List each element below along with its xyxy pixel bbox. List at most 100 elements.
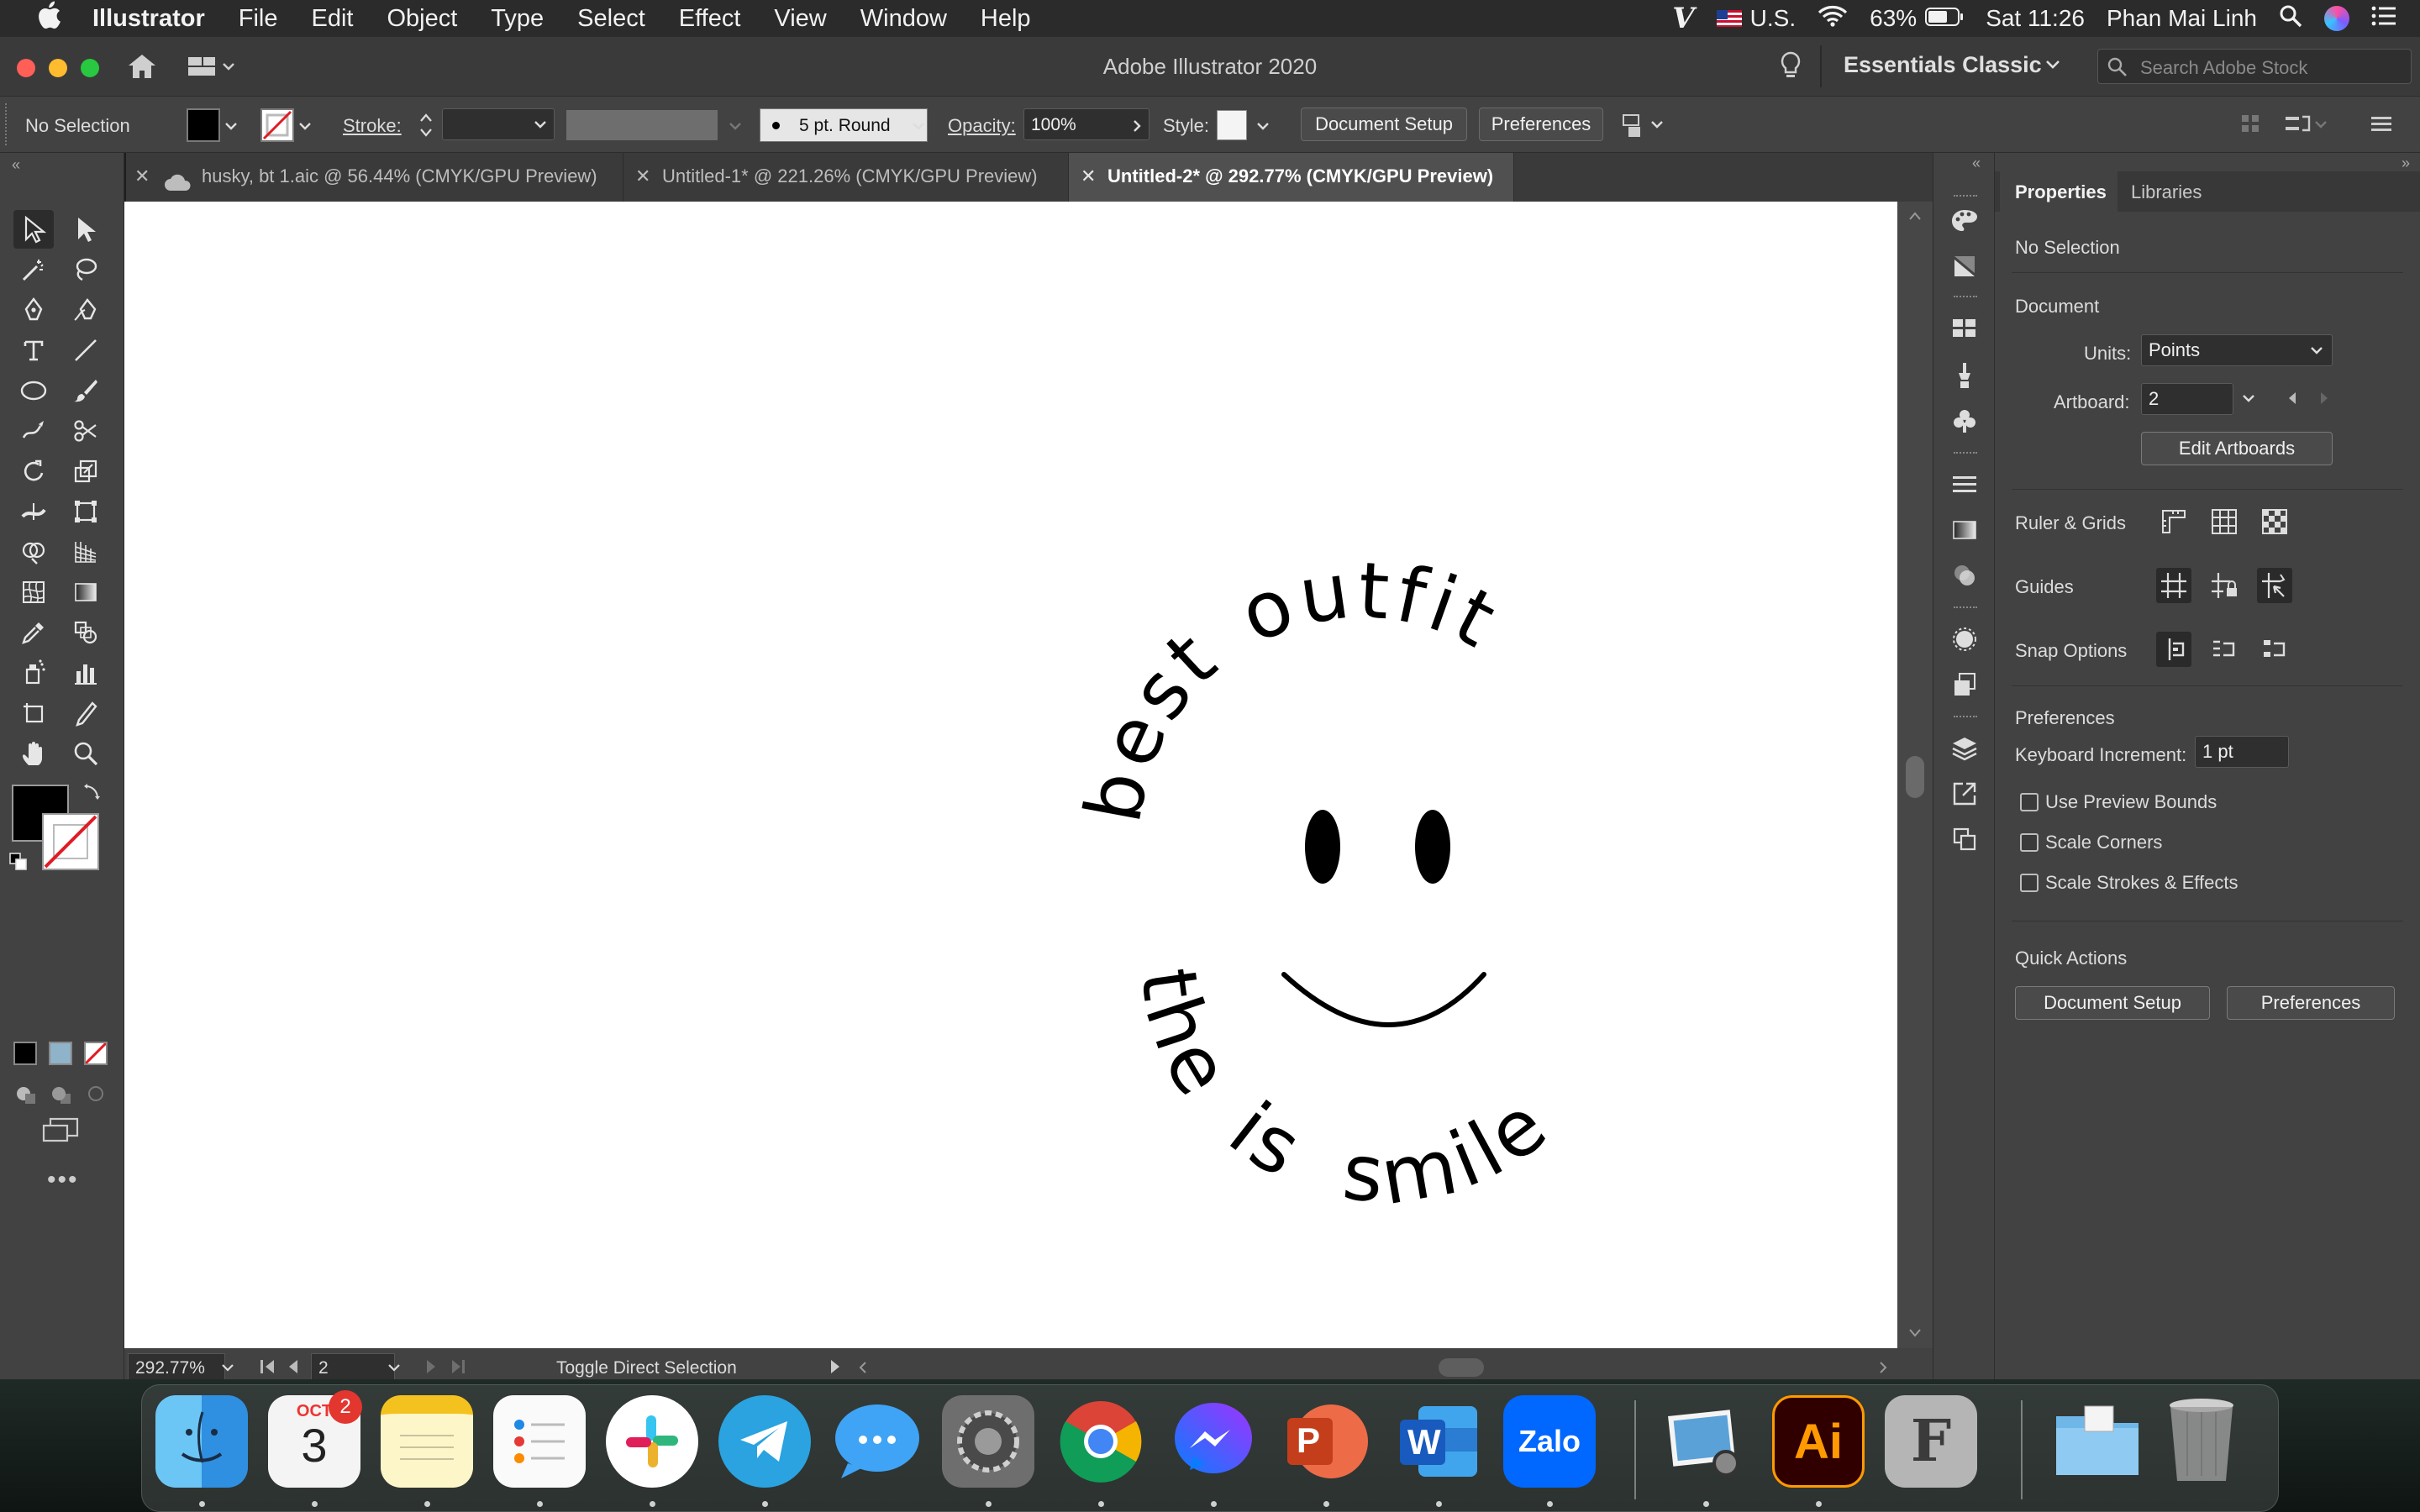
draw-inside-icon[interactable] — [84, 1082, 108, 1107]
opacity-label[interactable]: Opacity: — [948, 115, 1016, 137]
color-panel-icon[interactable] — [1945, 202, 1984, 240]
close-tab-icon[interactable]: ✕ — [134, 153, 150, 200]
transparency-grid-icon[interactable] — [2257, 504, 2292, 539]
artboard-tool-icon[interactable] — [13, 694, 54, 732]
illustrator-icon[interactable]: Ai — [1772, 1395, 1865, 1488]
quick-document-setup-button[interactable]: Document Setup — [2015, 986, 2210, 1020]
snap-to-glyph-icon[interactable] — [2257, 632, 2292, 667]
vectorize-status-icon[interactable]: V — [1672, 2, 1694, 35]
line-segment-tool-icon[interactable] — [66, 331, 106, 370]
lightbulb-icon[interactable] — [1778, 50, 1803, 87]
curvature-tool-icon[interactable] — [66, 291, 106, 329]
spotlight-search-icon[interactable] — [2279, 4, 2302, 34]
rotate-tool-icon[interactable] — [13, 452, 54, 491]
transform-grid-icon[interactable] — [2238, 112, 2264, 142]
chevron-down-icon[interactable] — [2044, 55, 2062, 78]
menu-effect[interactable]: Effect — [679, 5, 741, 33]
use-preview-bounds-checkbox[interactable] — [2020, 793, 2039, 811]
type-tool-icon[interactable] — [13, 331, 54, 370]
trash-icon[interactable] — [2155, 1395, 2248, 1488]
blend-tool-icon[interactable] — [66, 613, 106, 652]
chevron-down-icon[interactable] — [220, 1360, 235, 1380]
fill-swatch[interactable] — [187, 108, 220, 142]
finder-icon[interactable] — [155, 1395, 248, 1488]
gradient-mode-button[interactable] — [49, 1042, 72, 1065]
previous-artboard-icon[interactable] — [286, 1358, 301, 1380]
color-guide-panel-icon[interactable] — [1945, 247, 1984, 286]
preferences-button[interactable]: Preferences — [1479, 108, 1603, 141]
selection-tool-icon[interactable] — [13, 210, 54, 249]
next-artboard-icon[interactable] — [424, 1358, 439, 1380]
system-preferences-icon[interactable] — [942, 1395, 1034, 1488]
chevron-down-icon[interactable] — [1255, 117, 1270, 139]
swap-fill-stroke-icon[interactable] — [82, 783, 101, 806]
none-mode-button[interactable] — [84, 1042, 108, 1065]
panel-menu-icon[interactable] — [2370, 113, 2393, 140]
us-flag-icon[interactable] — [1716, 10, 1742, 27]
powerpoint-icon[interactable]: P — [1280, 1395, 1372, 1488]
tab-properties[interactable]: Properties — [2000, 171, 2118, 212]
snap-to-pixel-icon[interactable] — [2207, 632, 2242, 667]
menu-object[interactable]: Object — [387, 5, 457, 33]
next-artboard-icon[interactable] — [2317, 390, 2331, 412]
apple-menu-icon[interactable] — [32, 1, 66, 36]
stroke-weight-field[interactable] — [442, 108, 555, 140]
close-tab-icon[interactable]: ✕ — [1081, 153, 1096, 200]
chevron-down-icon[interactable] — [387, 1360, 402, 1380]
zoom-field[interactable]: 292.77% — [128, 1353, 225, 1382]
draw-behind-icon[interactable] — [49, 1082, 72, 1107]
snap-icon[interactable] — [2282, 112, 2333, 142]
last-artboard-icon[interactable] — [449, 1358, 467, 1380]
variable-width-profile[interactable] — [566, 110, 718, 140]
document-tab-untitled-1[interactable]: ✕ Untitled-1* @ 221.26% (CMYK/GPU Previe… — [623, 153, 1069, 202]
gradient-panel-icon[interactable] — [1945, 511, 1984, 549]
hand-tool-icon[interactable] — [13, 734, 54, 773]
menu-select[interactable]: Select — [577, 5, 645, 33]
menu-file[interactable]: File — [239, 5, 278, 33]
menu-type[interactable]: Type — [491, 5, 544, 33]
stroke-color-box[interactable] — [42, 813, 99, 870]
menu-help[interactable]: Help — [981, 5, 1031, 33]
scale-strokes-effects-checkbox[interactable] — [2020, 874, 2039, 892]
slice-tool-icon[interactable] — [66, 694, 106, 732]
chevron-down-icon[interactable] — [297, 117, 313, 139]
group-grip[interactable] — [1954, 452, 1977, 455]
units-select[interactable]: Points — [2141, 334, 2333, 366]
wifi-icon[interactable] — [1818, 4, 1848, 34]
tab-libraries[interactable]: Libraries — [2131, 181, 2202, 203]
asset-export-panel-icon[interactable] — [1945, 774, 1984, 813]
scale-corners-checkbox[interactable] — [2020, 833, 2039, 852]
magic-wand-tool-icon[interactable] — [13, 250, 54, 289]
group-grip[interactable] — [1954, 195, 1977, 198]
layers-panel-icon[interactable] — [1945, 729, 1984, 768]
graphic-styles-panel-icon[interactable] — [1945, 665, 1984, 704]
artboards-panel-icon[interactable] — [1945, 820, 1984, 858]
downloads-folder-icon[interactable] — [2051, 1395, 2144, 1488]
swatches-panel-icon[interactable] — [1945, 309, 1984, 348]
color-mode-button[interactable] — [13, 1042, 37, 1065]
grip-handle[interactable] — [5, 103, 8, 145]
previous-artboard-icon[interactable] — [2286, 390, 2299, 412]
symbols-panel-icon[interactable] — [1945, 402, 1984, 440]
smiley-artwork[interactable]: bestoutfit the is smile — [124, 202, 1897, 1348]
lasso-tool-icon[interactable] — [66, 250, 106, 289]
brush-definition[interactable]: 5 pt. Round — [760, 108, 928, 142]
document-tab-husky[interactable]: ✕ husky, bt 1.aic @ 56.44% (CMYK/GPU Pre… — [126, 153, 623, 202]
group-grip[interactable] — [1954, 716, 1977, 719]
vertical-scrollbar[interactable] — [1897, 202, 1933, 1348]
smart-guides-icon[interactable] — [2257, 568, 2292, 603]
screen-mode-icon[interactable] — [40, 1116, 81, 1148]
siri-icon[interactable] — [2324, 6, 2349, 31]
telegram-icon[interactable] — [718, 1395, 811, 1488]
font-book-icon[interactable]: F — [1885, 1395, 1977, 1488]
chevron-right-icon[interactable] — [1129, 117, 1144, 139]
ellipse-tool-icon[interactable] — [13, 371, 54, 410]
eyedropper-tool-icon[interactable] — [13, 613, 54, 652]
scroll-right-icon[interactable] — [1877, 1360, 1889, 1380]
collapse-dock-icon[interactable]: « — [1972, 155, 1981, 172]
scroll-up-icon[interactable] — [1907, 210, 1923, 226]
preview-icon[interactable] — [1660, 1395, 1752, 1488]
input-source-label[interactable]: U.S. — [1750, 5, 1796, 32]
status-menu-icon[interactable] — [829, 1358, 842, 1380]
menu-edit[interactable]: Edit — [311, 5, 353, 33]
